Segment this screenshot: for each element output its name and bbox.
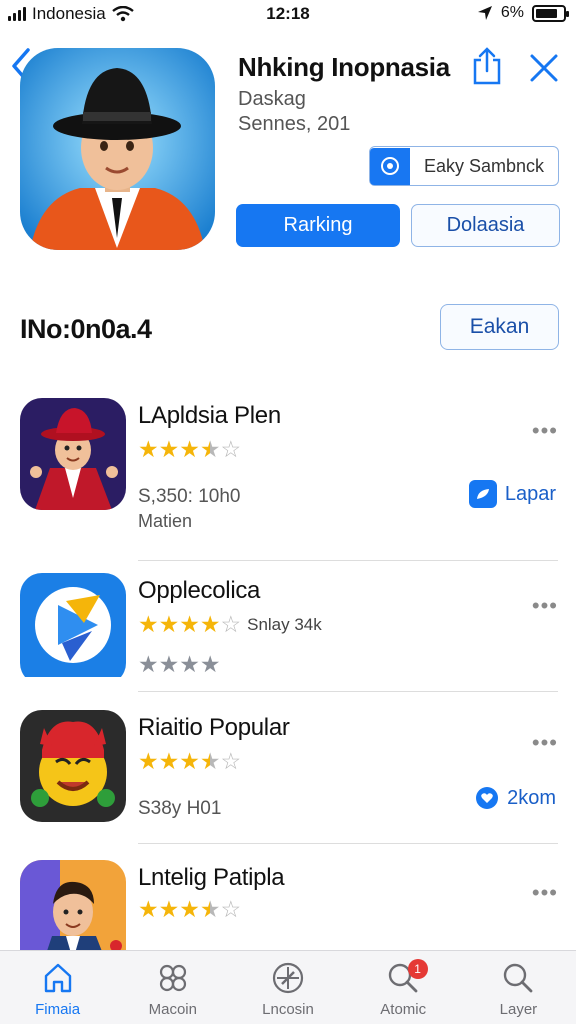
status-right: 6% (477, 4, 569, 22)
more-button[interactable]: ••• (532, 880, 558, 906)
battery-percent: 6% (500, 4, 524, 21)
divider (138, 560, 558, 561)
app-title: Nhking Inopnasia (238, 52, 450, 82)
list-item[interactable]: Opplecolica ★★★★ ☆ Snlay 34k ★★★★ ••• (0, 573, 576, 713)
status-bar: Indonesia 12:18 6% (0, 0, 576, 30)
rating-stars: ★★★ ★ ☆ (138, 896, 242, 922)
tab-label: Layer (499, 1001, 538, 1018)
more-button[interactable]: ••• (532, 730, 558, 756)
primary-button[interactable]: Rarking (236, 204, 400, 247)
bookmark-icon (468, 480, 497, 508)
list-item[interactable]: LApldsia Plen ★★★ ★ ☆ S,350: 10h0 Matien •… (0, 398, 576, 538)
search-icon (504, 963, 533, 993)
app-stats: S38y H01 (138, 798, 222, 819)
home-icon (44, 963, 71, 993)
app-stats: S,350: 10h0 (138, 486, 241, 507)
battery-icon (532, 4, 569, 22)
more-button[interactable]: ••• (532, 418, 558, 444)
app-hero-icon (20, 48, 215, 250)
tab-explore[interactable]: Lncosin (230, 951, 345, 1024)
app-developer: Daskag (238, 88, 306, 110)
action-label: 2kom (507, 786, 556, 809)
location-icon (477, 6, 492, 20)
heart-icon (476, 787, 499, 809)
app-subcategory: Matien (138, 511, 193, 531)
chip-label: Eaky Sambnck (423, 155, 545, 176)
app-icon (20, 710, 126, 822)
info-chip[interactable]: Eaky Sambnck (369, 146, 559, 186)
app-icon (20, 398, 126, 510)
share-button[interactable] (470, 46, 504, 86)
tab-search[interactable]: Layer (461, 951, 576, 1024)
rating-count: Snlay 34k (247, 615, 322, 634)
tab-apps[interactable]: Macoin (115, 951, 230, 1024)
action-button[interactable]: Lapar (468, 480, 556, 508)
app-category: Sennes, 201 (238, 113, 351, 135)
action-button[interactable]: 2kom (475, 786, 556, 810)
divider (138, 691, 558, 692)
rating-stars: ★★★★ ☆ Snlay 34k (138, 611, 322, 637)
app-icon (20, 573, 126, 685)
list-item[interactable]: Riaitio Popular ★★★ ★ ☆ S38y H01 ••• 2kom (0, 710, 576, 850)
rating-stars: ★★★ ★ ☆ (138, 748, 242, 774)
more-button[interactable]: ••• (532, 593, 558, 619)
list-item[interactable]: Lntelig Patipla ★★★ ★ ☆ ••• (0, 860, 576, 950)
tab-label: Macoin (148, 1001, 197, 1018)
app-name: Riaitio Popular (138, 714, 290, 741)
app-icon (20, 860, 126, 950)
app-name: Opplecolica (138, 577, 261, 604)
tab-home[interactable]: Fimaia (0, 951, 115, 1024)
app-name: Lntelig Patipla (138, 864, 285, 891)
chip-icon (370, 147, 410, 185)
tab-bar: Fimaia Macoin Lncosin 1 Atomic Layer (0, 950, 576, 1024)
divider (138, 843, 558, 844)
app-name: LApldsia Plen (138, 402, 281, 429)
notification-badge: 1 (407, 959, 428, 979)
tab-label: Lncosin (262, 1001, 314, 1018)
secondary-rating-stars: ★★★★ (138, 651, 221, 677)
secondary-button[interactable]: Dolaasia (411, 204, 560, 247)
section-title: INo:0n0a.4 (20, 314, 152, 344)
rating-stars: ★★★ ★ ☆ (138, 436, 242, 462)
action-label: Lapar (504, 482, 556, 505)
tab-label: Fimaia (35, 1001, 81, 1018)
section-button[interactable]: Eakan (440, 304, 559, 350)
compass-icon (272, 962, 304, 994)
tab-updates[interactable]: 1 Atomic (346, 951, 461, 1024)
close-button[interactable] (526, 50, 562, 86)
apps-icon (159, 964, 186, 992)
tab-label: Atomic (380, 1001, 427, 1018)
